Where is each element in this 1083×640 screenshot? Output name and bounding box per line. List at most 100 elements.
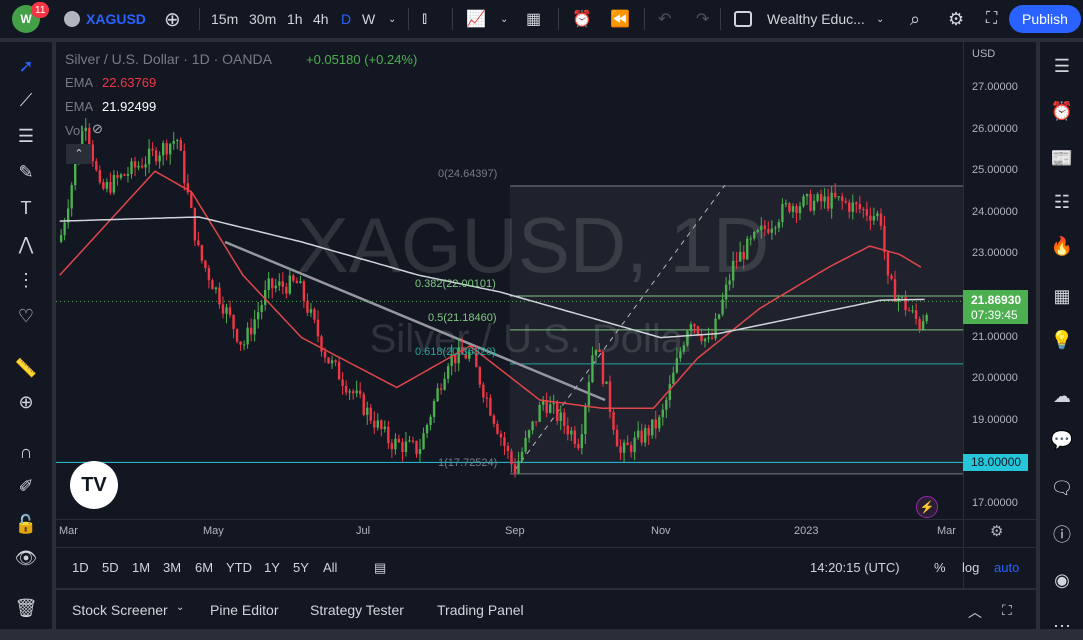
percent-toggle[interactable]: %: [934, 560, 946, 575]
candle-body: [784, 203, 788, 205]
candle-body: [256, 312, 260, 320]
range-3m[interactable]: 3M: [163, 560, 181, 575]
layout-grid-icon[interactable]: ▦: [526, 0, 541, 38]
ema2-label[interactable]: EMA: [65, 99, 93, 114]
broadcast-icon[interactable]: ◉: [1048, 566, 1076, 594]
interval-1h[interactable]: 1h: [287, 0, 303, 38]
candle-body: [260, 304, 263, 313]
currency-selector[interactable]: USD: [972, 48, 995, 60]
eye-icon[interactable]: 👁: [12, 544, 40, 572]
range-6m[interactable]: 6M: [195, 560, 213, 575]
goto-date-icon[interactable]: ▤: [374, 560, 386, 576]
prediction-icon[interactable]: ⋮: [12, 266, 40, 294]
watchlist-add-icon[interactable]: ☷: [1048, 188, 1076, 216]
volume-label[interactable]: Vol: [65, 123, 83, 138]
tab-trading-panel[interactable]: Trading Panel: [437, 602, 524, 618]
candle-body: [362, 394, 365, 415]
messages-icon[interactable]: 🗨: [1048, 474, 1076, 502]
range-5d[interactable]: 5D: [102, 560, 119, 575]
utc-clock[interactable]: 14:20:15 (UTC): [810, 560, 900, 575]
candle-body: [781, 204, 784, 223]
fullscreen-icon[interactable]: ⛶: [986, 0, 997, 38]
lightning-icon[interactable]: ⚡: [916, 496, 938, 518]
replay-icon[interactable]: ⏪: [610, 0, 630, 38]
ideas-icon[interactable]: 💡: [1048, 326, 1076, 354]
price-chart[interactable]: XAGUSD, 1D Silver / U.S. Dollar: [56, 42, 963, 519]
cursor-icon[interactable]: ➚: [12, 52, 40, 80]
pattern-icon[interactable]: ⋀: [12, 230, 40, 258]
publish-button[interactable]: Publish: [1009, 5, 1081, 33]
collapse-legend-button[interactable]: ⌃: [66, 144, 92, 164]
chevron-down-icon[interactable]: ⌄: [176, 602, 184, 613]
symbol-search[interactable]: XAGUSD: [64, 0, 146, 38]
interval-30m[interactable]: 30m: [249, 0, 276, 38]
price-tick: 21.00000: [972, 330, 1018, 343]
time-label: 2023: [794, 525, 819, 537]
interval-4h[interactable]: 4h: [313, 0, 329, 38]
brush-icon[interactable]: ✎: [12, 158, 40, 186]
news-icon[interactable]: 📰: [1048, 144, 1076, 172]
eye-hidden-icon[interactable]: ⊘: [92, 121, 103, 137]
log-toggle[interactable]: log: [962, 560, 979, 575]
chevron-down-icon[interactable]: ⌄: [500, 0, 508, 38]
search-icon[interactable]: ⌕: [910, 0, 920, 38]
range-1d[interactable]: 1D: [72, 560, 89, 575]
ema1-label[interactable]: EMA: [65, 75, 93, 90]
layout-checkbox-icon[interactable]: [734, 0, 752, 38]
range-all[interactable]: All: [323, 560, 337, 575]
calendar-icon[interactable]: ▦: [1048, 282, 1076, 310]
candle-body: [703, 338, 707, 342]
candles-icon[interactable]: ⫾: [422, 0, 427, 38]
indicators-icon[interactable]: 📈: [466, 0, 486, 38]
maximize-icon[interactable]: ⛶: [1002, 602, 1012, 619]
auto-toggle[interactable]: auto: [994, 560, 1019, 575]
interval-15m[interactable]: 15m: [211, 0, 238, 38]
candle-body: [580, 434, 584, 449]
redo-icon[interactable]: ↷: [696, 0, 709, 38]
heart-icon[interactable]: ♡: [12, 302, 40, 330]
more-icon[interactable]: ⋯: [1048, 612, 1076, 640]
alarm-icon[interactable]: ⏰: [1048, 97, 1076, 125]
ema1-value: 22.63769: [102, 75, 157, 90]
compare-add-icon[interactable]: ⊕: [164, 0, 181, 38]
tab-stock-screener[interactable]: Stock Screener: [72, 602, 168, 618]
help-icon[interactable]: ⓘ: [1048, 520, 1076, 548]
lock-drawing-icon[interactable]: ✐: [12, 472, 40, 500]
chart-pane[interactable]: XAGUSD, 1D Silver / U.S. Dollar Silver /…: [56, 42, 1036, 588]
tradingview-logo[interactable]: TV: [70, 461, 118, 509]
candle-body: [865, 209, 869, 216]
symbol-title[interactable]: Silver / U.S. Dollar · 1D · OANDA: [65, 51, 272, 67]
text-icon[interactable]: T: [12, 194, 40, 222]
lock-icon[interactable]: 🔓: [12, 510, 40, 538]
range-5y[interactable]: 5Y: [293, 560, 309, 575]
ruler-icon[interactable]: 📏: [12, 354, 40, 382]
settings-gear-icon[interactable]: ⚙: [990, 522, 1003, 540]
candle-body: [577, 443, 580, 449]
interval-d[interactable]: D: [341, 0, 351, 38]
chevron-down-icon[interactable]: ⌄: [876, 0, 884, 38]
zoom-icon[interactable]: ⊕: [12, 388, 40, 416]
fib-icon[interactable]: ☰: [12, 122, 40, 150]
chevron-down-icon[interactable]: ⌄: [388, 0, 396, 38]
tab-pine-editor[interactable]: Pine Editor: [210, 602, 278, 618]
hotlist-icon[interactable]: 🔥: [1048, 232, 1076, 260]
magnet-icon[interactable]: ∩: [12, 438, 40, 466]
undo-icon[interactable]: ↶: [658, 0, 671, 38]
watchlist-icon[interactable]: ☰: [1048, 52, 1076, 80]
gear-icon[interactable]: ⚙: [948, 0, 964, 38]
streams-icon[interactable]: ☁: [1048, 382, 1076, 410]
range-1y[interactable]: 1Y: [264, 560, 280, 575]
range-1m[interactable]: 1M: [132, 560, 150, 575]
candle-body: [397, 438, 401, 443]
trash-icon[interactable]: 🗑: [12, 594, 40, 622]
candle-body: [109, 182, 112, 193]
interval-w[interactable]: W: [362, 0, 375, 38]
tab-strategy-tester[interactable]: Strategy Tester: [310, 602, 404, 618]
layout-name[interactable]: Wealthy Educ...: [767, 0, 865, 38]
chat-icon[interactable]: 💬: [1048, 426, 1076, 454]
expand-panel-icon[interactable]: ︿: [968, 602, 982, 622]
candle-body: [517, 460, 520, 474]
range-ytd[interactable]: YTD: [226, 560, 252, 575]
alert-icon[interactable]: ⏰: [572, 0, 592, 38]
trend-line-icon[interactable]: ⟋: [12, 86, 40, 114]
